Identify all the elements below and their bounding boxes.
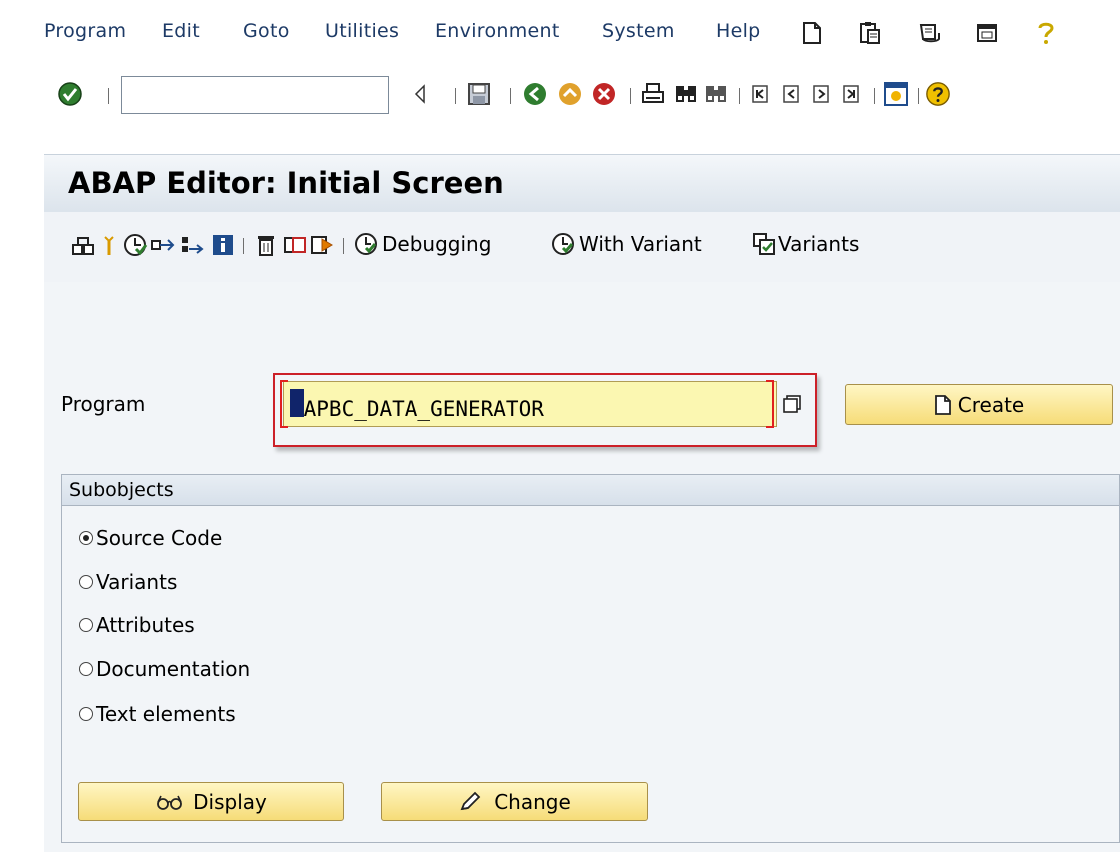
radio-label: Source Code bbox=[96, 526, 223, 550]
pencil-icon bbox=[460, 791, 481, 810]
script-icon[interactable] bbox=[918, 20, 942, 46]
other-object-icon[interactable] bbox=[70, 230, 96, 260]
required-bracket-right bbox=[766, 380, 774, 428]
debugging-label: Debugging bbox=[382, 232, 492, 256]
program-input[interactable] bbox=[283, 381, 777, 427]
menu-environment[interactable]: Environment bbox=[435, 20, 560, 42]
change-button[interactable]: Change bbox=[381, 782, 648, 821]
new-session-icon[interactable] bbox=[800, 20, 824, 46]
radio-indicator bbox=[79, 618, 93, 632]
menu-bar: Program Edit Goto Utilities Environment … bbox=[0, 0, 1120, 62]
toolbar-separator bbox=[510, 88, 511, 104]
with-variant-label: With Variant bbox=[579, 232, 702, 256]
menu-goto[interactable]: Goto bbox=[243, 20, 290, 42]
glasses-icon bbox=[157, 795, 183, 810]
check-icon[interactable] bbox=[96, 230, 122, 260]
execute-icon bbox=[355, 233, 377, 255]
execute-variant-icon bbox=[552, 233, 574, 255]
exit-icon[interactable] bbox=[557, 79, 583, 109]
radio-documentation[interactable]: Documentation bbox=[79, 657, 250, 681]
save-icon[interactable] bbox=[466, 79, 492, 109]
test-icon[interactable] bbox=[180, 230, 206, 260]
screen-title-bar: ABAP Editor: Initial Screen bbox=[44, 154, 1120, 213]
program-label: Program bbox=[61, 392, 146, 416]
menu-system[interactable]: System bbox=[602, 20, 675, 42]
window-icon[interactable] bbox=[975, 20, 999, 46]
radio-attributes[interactable]: Attributes bbox=[79, 613, 195, 637]
rename-icon[interactable] bbox=[310, 230, 336, 260]
variants-button[interactable]: Variants bbox=[752, 232, 859, 256]
delete-icon[interactable] bbox=[253, 230, 279, 260]
subobjects-title: Subobjects bbox=[69, 479, 174, 501]
change-label: Change bbox=[494, 789, 571, 814]
radio-indicator bbox=[79, 707, 93, 721]
create-label: Create bbox=[957, 392, 1025, 417]
radio-variants[interactable]: Variants bbox=[79, 570, 177, 594]
menu-utilities[interactable]: Utilities bbox=[325, 20, 399, 42]
toolbar-separator bbox=[739, 88, 740, 104]
copy-icon[interactable] bbox=[282, 230, 308, 260]
radio-label: Attributes bbox=[96, 613, 195, 637]
variants-icon bbox=[753, 233, 775, 255]
required-bracket-left bbox=[280, 380, 288, 428]
previous-page-icon[interactable] bbox=[779, 79, 805, 109]
menu-help[interactable]: Help bbox=[716, 20, 761, 42]
subobjects-header: Subobjects bbox=[62, 475, 1119, 506]
radio-indicator bbox=[79, 531, 93, 545]
find-icon[interactable] bbox=[673, 79, 699, 109]
command-field[interactable] bbox=[121, 76, 389, 114]
debugging-button[interactable]: Debugging bbox=[354, 232, 491, 256]
activate-icon[interactable] bbox=[122, 230, 148, 260]
new-window-icon[interactable] bbox=[883, 79, 909, 109]
where-used-icon[interactable] bbox=[150, 230, 176, 260]
find-next-icon[interactable] bbox=[703, 79, 729, 109]
toolbar-separator bbox=[243, 238, 244, 254]
back-icon[interactable] bbox=[522, 79, 548, 109]
value-help-icon[interactable] bbox=[777, 389, 807, 419]
radio-indicator bbox=[79, 575, 93, 589]
radio-source-code[interactable]: Source Code bbox=[79, 526, 222, 550]
print-icon[interactable] bbox=[640, 79, 666, 109]
standard-toolbar bbox=[0, 64, 1120, 124]
clipboard-icon[interactable] bbox=[858, 20, 882, 46]
new-document-icon bbox=[934, 394, 951, 415]
display-label: Display bbox=[193, 789, 267, 814]
help-question-icon[interactable] bbox=[1034, 20, 1058, 46]
text-cursor bbox=[290, 389, 304, 417]
variants-label: Variants bbox=[778, 232, 860, 256]
toolbar-separator bbox=[918, 88, 919, 104]
info-icon[interactable] bbox=[210, 230, 236, 260]
radio-text-elements[interactable]: Text elements bbox=[79, 702, 236, 726]
radio-label: Variants bbox=[96, 570, 178, 594]
with-variant-button[interactable]: With Variant bbox=[551, 232, 702, 256]
toolbar-separator bbox=[630, 88, 631, 104]
page-title: ABAP Editor: Initial Screen bbox=[68, 166, 504, 200]
radio-label: Documentation bbox=[96, 657, 251, 681]
display-button[interactable]: Display bbox=[78, 782, 344, 821]
toolbar-separator bbox=[108, 88, 109, 104]
first-page-icon[interactable] bbox=[748, 79, 774, 109]
application-toolbar: Debugging With Variant Variants bbox=[44, 212, 1120, 282]
help-icon[interactable] bbox=[925, 79, 951, 109]
toolbar-separator bbox=[455, 88, 456, 104]
toolbar-separator bbox=[874, 88, 875, 104]
menu-program[interactable]: Program bbox=[44, 20, 126, 42]
radio-indicator bbox=[79, 662, 93, 676]
toolbar-separator bbox=[343, 238, 344, 254]
enter-icon[interactable] bbox=[57, 79, 83, 109]
last-page-icon[interactable] bbox=[839, 79, 865, 109]
radio-label: Text elements bbox=[96, 702, 236, 726]
cancel-icon[interactable] bbox=[591, 79, 617, 109]
back-arrow-icon[interactable] bbox=[407, 79, 433, 109]
menu-edit[interactable]: Edit bbox=[162, 20, 200, 42]
create-button[interactable]: Create bbox=[845, 384, 1113, 425]
next-page-icon[interactable] bbox=[809, 79, 835, 109]
